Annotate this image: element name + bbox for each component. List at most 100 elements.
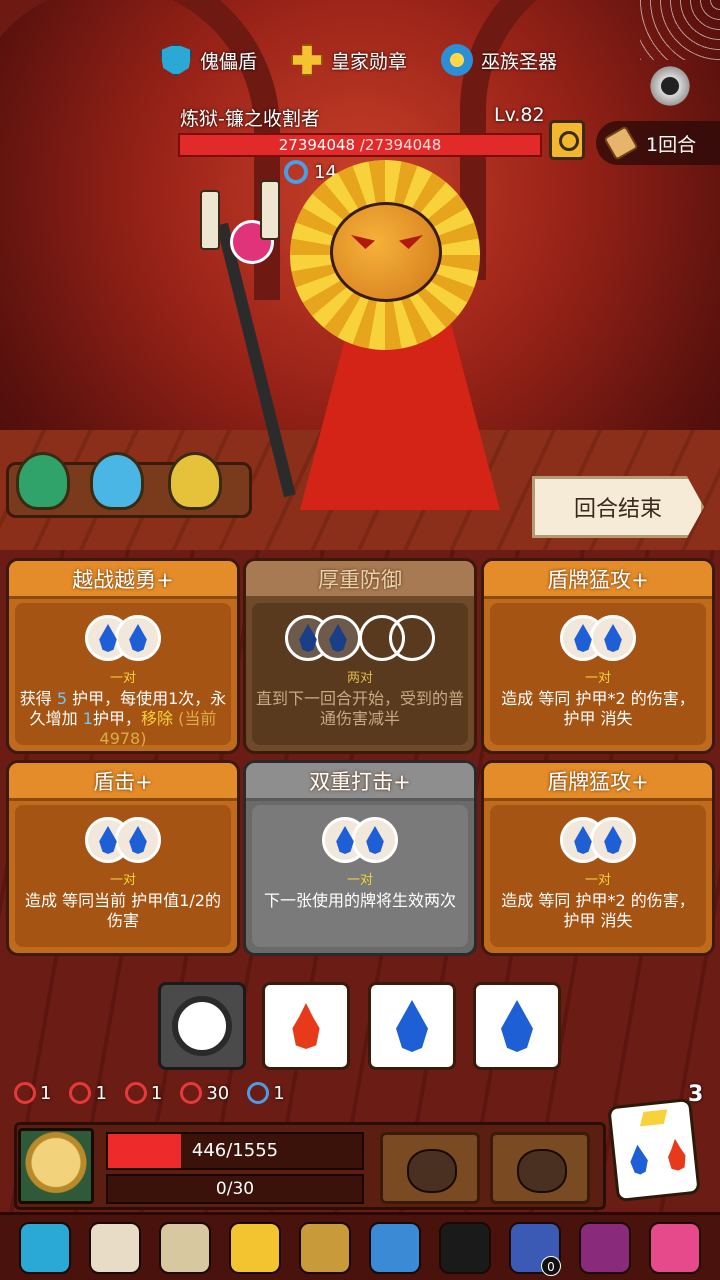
desc-part: 移除 (140, 709, 173, 728)
dice-slot[interactable] (352, 817, 398, 863)
dice-pool[interactable] (607, 1097, 701, 1203)
card-requirement: 一对 (109, 873, 136, 888)
enemy-hp-max: /27394048 (355, 136, 442, 154)
dice-slot[interactable] (115, 615, 161, 661)
equipment-slot-gauntlet[interactable] (380, 1132, 480, 1204)
relic-witch-artifact[interactable]: 巫族圣器 (441, 44, 557, 76)
dice-slot[interactable] (315, 615, 361, 661)
water-drop-icon (604, 826, 622, 854)
water-drop-icon (626, 1144, 651, 1176)
stat-pierce[interactable]: 1 (124, 1082, 162, 1104)
holy-relic-icon (441, 44, 474, 76)
card-requirement: 一对 (584, 873, 611, 888)
die-water[interactable] (473, 982, 561, 1070)
enemy-hp-bar: 27394048 /27394048 (178, 133, 542, 157)
tray-orb-icon[interactable]: 0 (509, 1221, 561, 1276)
tray-mirror-icon[interactable] (89, 1221, 141, 1274)
card-shield-strike[interactable]: 盾击+ 一对 造成 等同当前 护甲值1/2的伤害 (6, 760, 240, 956)
dice-top-face (639, 1109, 668, 1127)
enemy-name: 炼狱-镰之收割者 (180, 108, 320, 130)
relic-puppet-shield[interactable]: 傀儡盾 (160, 44, 257, 76)
gear-icon[interactable] (648, 64, 692, 108)
tray-rune-icon[interactable] (439, 1221, 491, 1274)
player-hp-bar: 446/1555 (106, 1132, 364, 1170)
stat-strength[interactable]: 1 (69, 1082, 107, 1104)
die-selected[interactable] (158, 982, 246, 1070)
boss-reaper-sunflower[interactable] (180, 160, 560, 510)
strength-icon (69, 1082, 92, 1104)
ring-icon (247, 1082, 270, 1104)
potion-yellow[interactable] (168, 452, 222, 510)
card-body: 一对 获得 5 护甲，每使用1次，永久增加 1护甲，移除 (当前4978) (15, 603, 231, 748)
player-avatar[interactable] (18, 1128, 94, 1204)
card-requirement: 一对 (109, 671, 136, 686)
card-title: 双重打击+ (246, 763, 474, 801)
dice-slot[interactable] (590, 817, 636, 863)
card-shield-bash-1[interactable]: 盾牌猛攻+ 一对 造成 等同 护甲*2 的伤害， 护甲 消失 (481, 558, 715, 754)
dice-slot[interactable] (115, 817, 161, 863)
cobweb-decoration (640, 0, 720, 60)
scythe-staff (216, 222, 296, 498)
card-title: 盾牌猛攻+ (484, 561, 712, 599)
shield-relic-icon (160, 44, 192, 76)
card-description: 造成 等同当前 护甲值1/2的伤害 (25, 891, 221, 930)
equipment-slot-boot[interactable] (490, 1132, 590, 1204)
player-status-row: 1 1 1 30 1 (14, 1082, 285, 1104)
stat-value: 30 (206, 1082, 230, 1104)
dice-slot-empty[interactable] (389, 615, 435, 661)
fire-icon (292, 1003, 320, 1049)
dice-slots (322, 817, 398, 863)
enemy-info-book-icon[interactable] (549, 120, 585, 160)
candle (200, 190, 220, 250)
attack-icon (14, 1082, 36, 1104)
tray-egg-icon[interactable] (649, 1221, 701, 1274)
relic-label: 傀儡盾 (200, 50, 258, 73)
enemy-level: Lv.82 (494, 104, 545, 126)
round-label: 1回合 (646, 133, 697, 156)
stat-value: 1 (40, 1082, 52, 1104)
card-description: 下一张使用的牌将生效两次 (263, 891, 456, 910)
card-shield-bash-2[interactable]: 盾牌猛攻+ 一对 造成 等同 护甲*2 的伤害， 护甲 消失 (481, 760, 715, 956)
die-water[interactable] (368, 982, 456, 1070)
tray-shield-icon[interactable] (19, 1221, 71, 1274)
relic-royal-medal[interactable]: 皇家勋章 (291, 44, 407, 76)
fire-icon (664, 1138, 689, 1172)
tray-badge: 0 (541, 1255, 561, 1276)
card-heavy-defense[interactable]: 厚重防御 两对 直到下一回合开始，受到的普通伤害减半 (243, 558, 477, 754)
player-armor-bar: 0/30 (106, 1174, 364, 1204)
relic-label: 巫族圣器 (481, 50, 558, 73)
water-drop-icon (99, 826, 117, 854)
tray-cloak-icon[interactable] (579, 1221, 631, 1274)
card-title: 厚重防御 (246, 561, 474, 599)
water-drop-icon (604, 624, 622, 652)
die-fire[interactable] (262, 982, 350, 1070)
relic-tray: 0 (0, 1212, 720, 1280)
water-drop-icon (99, 624, 117, 652)
potion-blue[interactable] (90, 452, 144, 510)
potion-green[interactable] (16, 452, 70, 510)
pierce-icon (124, 1082, 147, 1104)
tray-dice-icon[interactable] (229, 1221, 281, 1274)
dice-slots (285, 615, 435, 661)
card-title: 盾击+ (9, 763, 237, 801)
card-requirement: 两对 (346, 671, 373, 686)
card-double-strike[interactable]: 双重打击+ 一对 下一张使用的牌将生效两次 (243, 760, 477, 956)
water-drop-icon (129, 624, 147, 652)
stat-ring[interactable]: 1 (247, 1082, 285, 1104)
tray-armor-icon[interactable] (299, 1221, 351, 1274)
boot-icon (517, 1149, 567, 1193)
stat-attack[interactable]: 1 (14, 1082, 51, 1104)
card-body: 一对 造成 等同 护甲*2 的伤害， 护甲 消失 (490, 603, 706, 745)
tray-mask-icon[interactable] (369, 1221, 421, 1274)
dice-slot[interactable] (590, 615, 636, 661)
player-hp-text: 446/1555 (191, 1140, 279, 1161)
end-turn-button[interactable]: 回合结束 (532, 476, 704, 538)
tray-horn-icon[interactable] (159, 1221, 211, 1274)
card-description: 造成 等同 护甲*2 的伤害， 护甲 消失 (501, 891, 695, 930)
desc-part: 1 (82, 709, 93, 728)
card-description: 造成 等同 护甲*2 的伤害， 护甲 消失 (501, 689, 695, 728)
stat-burn[interactable]: 30 (180, 1082, 229, 1104)
card-valor[interactable]: 越战越勇+ 一对 获得 5 护甲，每使用1次，永久增加 1护甲，移除 (当前49… (6, 558, 240, 754)
desc-part: 5 (56, 689, 67, 708)
gauntlet-icon (407, 1149, 457, 1193)
